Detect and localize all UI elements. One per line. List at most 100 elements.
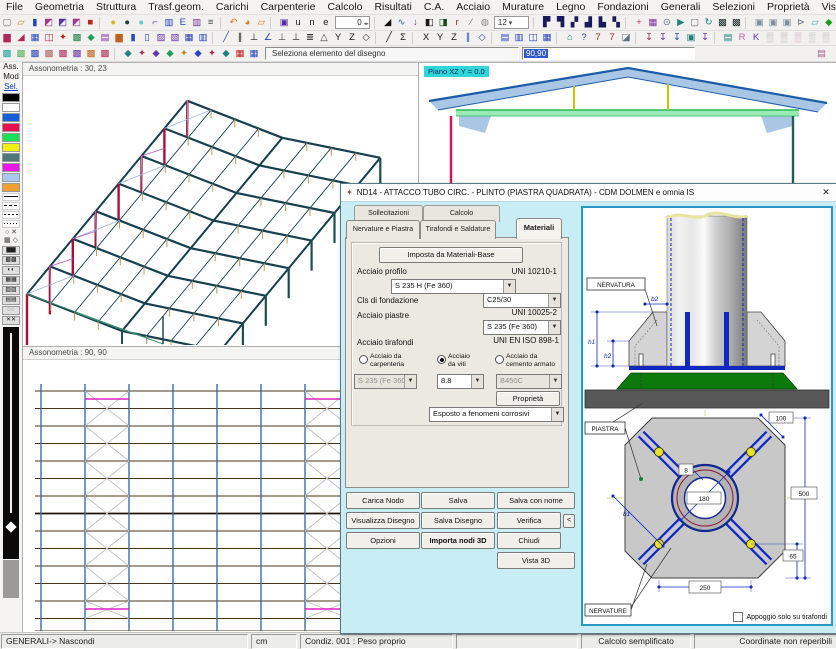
mode-2-icon[interactable]: ✦ <box>136 48 149 60</box>
line-slash-icon[interactable]: ╱ <box>383 32 396 44</box>
anchor-4-icon[interactable]: ▣ <box>685 32 698 44</box>
frame-purple-1-icon[interactable]: ▤ <box>99 32 112 44</box>
cls-fondazione-select[interactable]: C25/30▼ <box>483 293 561 308</box>
layout-2-icon[interactable]: ▜ <box>554 17 567 29</box>
measure-7b-icon[interactable]: 7 <box>606 32 619 44</box>
view-capture-1-icon[interactable]: ◩ <box>42 17 55 29</box>
carica-nodo-button[interactable]: Carica Nodo <box>346 492 420 509</box>
line-single-icon[interactable]: ╱ <box>220 32 233 44</box>
axis-z-icon[interactable]: Z <box>448 32 461 44</box>
chevron-down-icon[interactable]: ▼ <box>471 375 483 388</box>
menu-item-fondazioni[interactable]: Fondazioni <box>591 1 654 13</box>
chevron-down-icon[interactable]: ▼ <box>548 294 560 307</box>
menu-item-selezioni[interactable]: Selezioni <box>706 1 761 13</box>
anchor-5-icon[interactable]: ↧ <box>699 32 712 44</box>
salva-disegno-button[interactable]: Salva Disegno <box>421 512 495 529</box>
arrow-down-purple-icon[interactable]: ↓ <box>409 17 422 29</box>
fill-pattern-7[interactable]: ✕✕ <box>2 316 20 325</box>
measure-home-icon[interactable]: ⌂ <box>564 32 577 44</box>
numeric-spinner[interactable]: 0 <box>335 16 370 29</box>
appoggio-checkbox-row[interactable]: Appoggio solo su tirafondi <box>733 612 827 622</box>
menu-item-legno[interactable]: Legno <box>550 1 591 13</box>
sel-2-icon[interactable]: ▩ <box>15 48 28 60</box>
frame-purple-2-icon[interactable]: ▨ <box>155 32 168 44</box>
mode-7-icon[interactable]: ✦ <box>206 48 219 60</box>
menu-item-c-a-[interactable]: C.A. <box>418 1 450 13</box>
zoom-lens-icon[interactable]: ⊙ <box>660 17 673 29</box>
cube-2-icon[interactable]: ▣ <box>767 17 780 29</box>
chevron-down-icon[interactable]: ▼ <box>551 408 563 421</box>
frame-blue-2-icon[interactable]: ▮ <box>127 32 140 44</box>
win-cascade-icon[interactable]: ▤ <box>499 32 512 44</box>
color-swatch-0[interactable] <box>2 93 20 102</box>
mode-6-icon[interactable]: ◆ <box>192 48 205 60</box>
sel-3-icon[interactable]: ▩ <box>29 48 42 60</box>
color-swatch-7[interactable] <box>2 163 20 172</box>
beam-grid-2-icon[interactable]: ▥ <box>190 17 203 29</box>
chiudi-button[interactable]: Chiudi <box>497 532 561 549</box>
fence-icon[interactable]: ≡ <box>204 17 217 29</box>
line-triple-icon[interactable]: ≣ <box>304 32 317 44</box>
axis-x-icon[interactable]: X <box>420 32 433 44</box>
sel-5-icon[interactable]: ▩ <box>57 48 70 60</box>
tool-gray-2-icon[interactable]: ▒ <box>778 32 791 44</box>
menu-item-calcolo[interactable]: Calcolo <box>321 1 368 13</box>
fill-pattern-4[interactable]: ▨▨ <box>2 286 20 295</box>
open-folder-icon[interactable]: ▱ <box>14 17 27 29</box>
btn-n-icon[interactable]: n <box>306 17 319 29</box>
beam-e-icon[interactable]: E <box>176 17 189 29</box>
color-swatch-3[interactable] <box>2 123 20 132</box>
layout-6-icon[interactable]: ▚ <box>610 17 623 29</box>
sel-4-icon[interactable]: ▩ <box>43 48 56 60</box>
walk-purple-icon[interactable]: K <box>750 32 763 44</box>
ruler-red-icon[interactable]: r <box>451 17 464 29</box>
frame-navy-icon[interactable]: ▦ <box>183 32 196 44</box>
sphere-yellow-icon[interactable]: ● <box>107 17 120 29</box>
save-icon[interactable]: ▮ <box>28 17 41 29</box>
color-swatch-9[interactable] <box>2 183 20 192</box>
tab-materiali[interactable]: Materiali <box>516 218 562 239</box>
frame-corner-icon[interactable]: ⌐ <box>149 17 162 29</box>
line-perp-2-icon[interactable]: ⊥ <box>276 32 289 44</box>
axis-poly-icon[interactable]: ◇ <box>476 32 489 44</box>
menu-item-risultati[interactable]: Risultati <box>368 1 417 13</box>
anchor-2-icon[interactable]: ↧ <box>657 32 670 44</box>
mode-3-icon[interactable]: ◆ <box>150 48 163 60</box>
win-tile-icon[interactable]: ▥ <box>513 32 526 44</box>
hook-blue-icon[interactable]: ∿ <box>395 17 408 29</box>
line-style-3[interactable] <box>2 220 20 228</box>
opzioni-button[interactable]: Opzioni <box>346 532 420 549</box>
axis-y-icon[interactable]: Y <box>434 32 447 44</box>
frame-blue-1-icon[interactable]: ▦ <box>29 32 42 44</box>
layout-5-icon[interactable]: ▙ <box>596 17 609 29</box>
mode-8-icon[interactable]: ◆ <box>220 48 233 60</box>
new-document-icon[interactable]: ▢ <box>1 17 14 29</box>
line-y-icon[interactable]: Y <box>332 32 345 44</box>
menu-item-file[interactable]: File <box>0 1 29 13</box>
mode-9-icon[interactable]: ▦ <box>234 48 247 60</box>
beam-grid-1-icon[interactable]: ▥ <box>162 17 175 29</box>
color-swatch-6[interactable] <box>2 153 20 162</box>
salva-button[interactable]: Salva <box>421 492 495 509</box>
win-grid-icon[interactable]: ▦ <box>541 32 554 44</box>
win-split-icon[interactable]: ◫ <box>527 32 540 44</box>
chevron-down-icon[interactable]: ▼ <box>503 280 515 293</box>
undo-icon[interactable]: ↶ <box>227 17 240 29</box>
tool-gray-3-icon[interactable]: ▒ <box>806 32 819 44</box>
line-poly-icon[interactable]: ◇ <box>360 32 373 44</box>
mode-10-icon[interactable]: ▦ <box>248 48 261 60</box>
menu-item-murature[interactable]: Murature <box>496 1 550 13</box>
layout-1-icon[interactable]: ▛ <box>540 17 553 29</box>
line-perp-icon[interactable]: ⊥ <box>248 32 261 44</box>
sel-7-icon[interactable]: ▩ <box>85 48 98 60</box>
radio-acciaio-carpenteria[interactable] <box>359 355 368 364</box>
frame-blue-4-icon[interactable]: ▥ <box>197 32 210 44</box>
frame-green-2-icon[interactable]: ◆ <box>85 32 98 44</box>
appoggio-checkbox[interactable] <box>733 612 743 622</box>
pointer-teal-icon[interactable]: ▶ <box>674 17 687 29</box>
chair-pink-icon[interactable]: R <box>736 32 749 44</box>
menu-item-generali[interactable]: Generali <box>655 1 707 13</box>
chevron-down-icon[interactable]: ▼ <box>548 321 560 334</box>
frame-purple-3-icon[interactable]: ▧ <box>169 32 182 44</box>
btn-u-icon[interactable]: u <box>292 17 305 29</box>
